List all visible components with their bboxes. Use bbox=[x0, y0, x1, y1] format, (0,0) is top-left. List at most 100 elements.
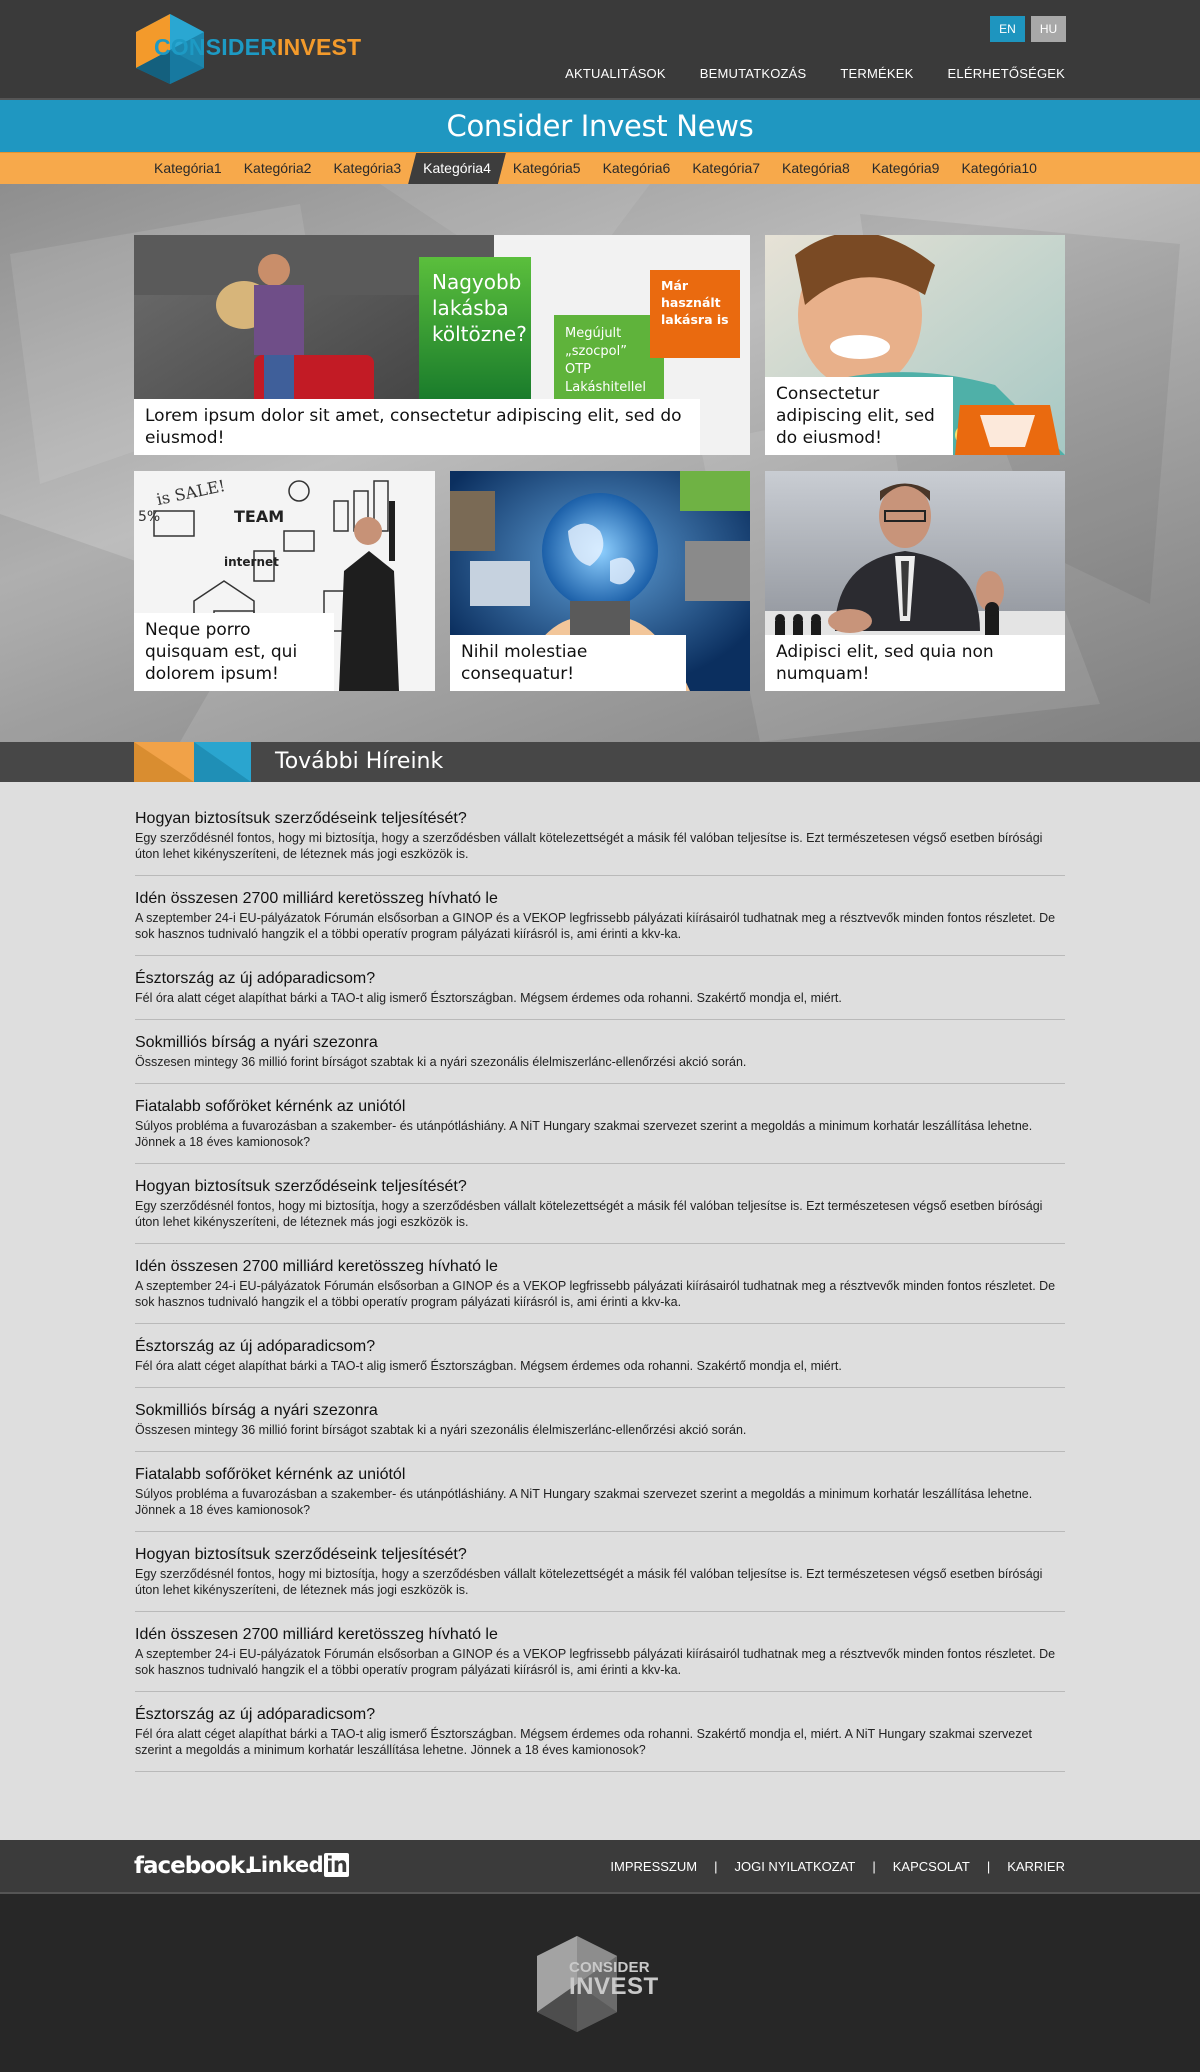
news-title[interactable]: Fiatalabb sofőröket kérnénk az uniótól bbox=[135, 1466, 1065, 1484]
news-title[interactable]: Sokmilliós bírság a nyári szezonra bbox=[135, 1034, 1065, 1052]
news-text: A szeptember 24-i EU-pályázatok Fórumán … bbox=[135, 1279, 1056, 1309]
news-item[interactable]: Észtország az új adóparadicsom? Fél óra a… bbox=[135, 1338, 1065, 1388]
sketch-percent-text: 5% bbox=[138, 509, 161, 525]
linkedin-word: Linked bbox=[248, 1853, 324, 1877]
ad-green-text: Nagyobb lakásba költözne? bbox=[432, 270, 527, 346]
footer-link-impresszum[interactable]: Impresszum bbox=[610, 1859, 697, 1874]
news-list: Hogyan biztosítsuk szerződéseink teljesí… bbox=[0, 782, 1200, 1840]
news-title[interactable]: Idén összesen 2700 milliárd keretösszeg … bbox=[135, 1626, 1065, 1644]
news-item[interactable]: Észtország az új adóparadicsom? Fél óra a… bbox=[135, 1706, 1065, 1772]
category-tab[interactable]: Kategória9 bbox=[861, 153, 951, 184]
category-tab[interactable]: Kategória6 bbox=[592, 153, 682, 184]
footer-logo-text: Consider Invest bbox=[569, 1960, 659, 1999]
news-title[interactable]: Idén összesen 2700 milliárd keretösszeg … bbox=[135, 1258, 1065, 1276]
footer-logo-line2: Invest bbox=[569, 1973, 659, 2000]
news-text: Összesen mintegy 36 millió forint bírság… bbox=[135, 1055, 747, 1069]
news-item[interactable]: Idén összesen 2700 milliárd keretösszeg … bbox=[135, 890, 1065, 956]
footer-separator: | bbox=[986, 1859, 991, 1874]
category-tab[interactable]: Kategória3 bbox=[322, 153, 412, 184]
news-title[interactable]: Hogyan biztosítsuk szerződéseink teljesí… bbox=[135, 1178, 1065, 1196]
linkedin-in-box: in bbox=[324, 1853, 350, 1877]
footer-bottom: Consider Invest bbox=[0, 1894, 1200, 2072]
news-text: Összesen mintegy 36 millió forint bírság… bbox=[135, 1423, 747, 1437]
logo-word-consider: Consider bbox=[154, 34, 278, 60]
feature-tile-4[interactable]: Nihil molestiae consequatur! bbox=[450, 471, 750, 691]
news-title[interactable]: Észtország az új adóparadicsom? bbox=[135, 1706, 1065, 1724]
news-text: Egy szerződésnél fontos, hogy mi biztosí… bbox=[135, 1199, 1043, 1229]
nav-elerhetosegek[interactable]: Elérhetőségek bbox=[948, 66, 1065, 81]
news-item[interactable]: Hogyan biztosítsuk szerződéseink teljesí… bbox=[135, 1178, 1065, 1244]
news-text: Egy szerződésnél fontos, hogy mi biztosí… bbox=[135, 1567, 1043, 1597]
news-title[interactable]: Fiatalabb sofőröket kérnénk az uniótól bbox=[135, 1098, 1065, 1116]
ad-orange-text: Már használt lakásra is bbox=[661, 278, 729, 327]
nav-termekek[interactable]: Termékek bbox=[840, 66, 913, 81]
news-item[interactable]: Észtország az új adóparadicsom? Fél óra a… bbox=[135, 970, 1065, 1020]
category-bar: Kategória1 Kategória2 Kategória3 Kategór… bbox=[0, 152, 1200, 184]
news-item[interactable]: Sokmilliós bírság a nyári szezonra Összes… bbox=[135, 1034, 1065, 1084]
news-text: A szeptember 24-i EU-pályázatok Fórumán … bbox=[135, 1647, 1056, 1677]
category-tab[interactable]: Kategória8 bbox=[771, 153, 861, 184]
footer-link-jogi-nyilatkozat[interactable]: Jogi nyilatkozat bbox=[734, 1859, 855, 1874]
ad-lightgreen-text: Megújult „szocpol” OTP Lakáshitellel bbox=[565, 326, 647, 395]
category-tab[interactable]: Kategória5 bbox=[502, 153, 592, 184]
main-nav: Aktualitások Bemutatkozás Termékek Elérh… bbox=[565, 66, 1065, 81]
more-news-header: További Híreink bbox=[0, 742, 1200, 782]
tile4-caption: Nihil molestiae consequatur! bbox=[450, 635, 686, 691]
news-item[interactable]: Hogyan biztosítsuk szerződéseink teljesí… bbox=[135, 1546, 1065, 1612]
news-item[interactable]: Fiatalabb sofőröket kérnénk az uniótól Sú… bbox=[135, 1466, 1065, 1532]
news-title[interactable]: Sokmilliós bírság a nyári szezonra bbox=[135, 1402, 1065, 1420]
news-text: Egy szerződésnél fontos, hogy mi biztosí… bbox=[135, 831, 1043, 861]
logo-wordmark: ConsiderInvest bbox=[154, 34, 361, 61]
footer-bar: facebook. Linked in Impresszum | Jogi nyi… bbox=[0, 1840, 1200, 1894]
news-item[interactable]: Idén összesen 2700 milliárd keretösszeg … bbox=[135, 1626, 1065, 1692]
news-item[interactable]: Sokmilliós bírság a nyári szezonra Összes… bbox=[135, 1402, 1065, 1452]
news-text: Fél óra alatt céget alapíthat bárki a TA… bbox=[135, 991, 842, 1005]
tile5-caption: Adipisci elit, sed quia non numquam! bbox=[765, 635, 1065, 691]
linkedin-logo-link[interactable]: Linked in bbox=[248, 1853, 350, 1877]
category-tab[interactable]: Kategória1 bbox=[143, 153, 233, 184]
category-tab[interactable]: Kategória2 bbox=[233, 153, 323, 184]
news-title[interactable]: Észtország az új adóparadicsom? bbox=[135, 1338, 1065, 1356]
tile3-caption: Neque porro quisquam est, qui dolorem ip… bbox=[134, 613, 334, 691]
featured-news-area: Nagyobb lakásba költözne? Megújult „szoc… bbox=[0, 184, 1200, 742]
more-news-title: További Híreink bbox=[275, 749, 444, 774]
category-tab-active[interactable]: Kategória4 bbox=[408, 153, 506, 184]
category-tab[interactable]: Kategória10 bbox=[950, 153, 1048, 184]
lang-en-button[interactable]: EN bbox=[990, 16, 1025, 42]
feature-tile-3[interactable]: is SALE! TEAM internet 5% Neque porro qu… bbox=[134, 471, 435, 691]
news-banner-title: Consider Invest News bbox=[0, 100, 1200, 152]
sketch-internet-text: internet bbox=[224, 555, 279, 569]
news-text: Fél óra alatt céget alapíthat bárki a TA… bbox=[135, 1727, 1032, 1757]
footer-logo[interactable]: Consider Invest bbox=[537, 1934, 663, 2034]
footer-link-karrier[interactable]: Karrier bbox=[1007, 1859, 1065, 1874]
news-text: A szeptember 24-i EU-pályázatok Fórumán … bbox=[135, 911, 1056, 941]
sketch-team-text: TEAM bbox=[234, 507, 285, 526]
feature-tile-1[interactable]: Nagyobb lakásba költözne? Megújult „szoc… bbox=[134, 235, 750, 455]
lang-hu-button[interactable]: HU bbox=[1031, 16, 1066, 42]
tile2-caption: Consectetur adipiscing elit, sed do eius… bbox=[765, 377, 953, 455]
logo-word-invest: Invest bbox=[277, 34, 362, 60]
nav-aktualitasok[interactable]: Aktualitások bbox=[565, 66, 666, 81]
feature-tile-2[interactable]: Consectetur adipiscing elit, sed do eius… bbox=[765, 235, 1065, 455]
footer-separator: | bbox=[714, 1859, 718, 1874]
facebook-logo-link[interactable]: facebook. bbox=[134, 1853, 253, 1879]
footer-link-kapcsolat[interactable]: Kapcsolat bbox=[893, 1859, 970, 1874]
nav-bemutatkozas[interactable]: Bemutatkozás bbox=[700, 66, 807, 81]
site-header: ConsiderInvest EN HU Aktualitások Bemuta… bbox=[0, 0, 1200, 100]
news-text: Súlyos probléma a fuvarozásban a szakemb… bbox=[135, 1119, 1033, 1149]
news-title[interactable]: Idén összesen 2700 milliárd keretösszeg … bbox=[135, 890, 1065, 908]
news-item[interactable]: Idén összesen 2700 milliárd keretösszeg … bbox=[135, 1258, 1065, 1324]
news-title[interactable]: Hogyan biztosítsuk szerződéseink teljesí… bbox=[135, 810, 1065, 828]
feature-tile-5[interactable]: Adipisci elit, sed quia non numquam! bbox=[765, 471, 1065, 691]
news-item[interactable]: Fiatalabb sofőröket kérnénk az uniótól Sú… bbox=[135, 1098, 1065, 1164]
news-item[interactable]: Hogyan biztosítsuk szerződéseink teljesí… bbox=[135, 810, 1065, 876]
news-title[interactable]: Észtország az új adóparadicsom? bbox=[135, 970, 1065, 988]
news-title[interactable]: Hogyan biztosítsuk szerződéseink teljesí… bbox=[135, 1546, 1065, 1564]
news-text: Fél óra alatt céget alapíthat bárki a TA… bbox=[135, 1359, 842, 1373]
consider-invest-logo[interactable]: ConsiderInvest bbox=[134, 12, 364, 86]
news-text: Súlyos probléma a fuvarozásban a szakemb… bbox=[135, 1487, 1033, 1517]
footer-separator: | bbox=[872, 1859, 876, 1874]
category-tab[interactable]: Kategória7 bbox=[681, 153, 771, 184]
tile1-caption: Lorem ipsum dolor sit amet, consectetur … bbox=[134, 399, 700, 455]
footer-nav: Impresszum | Jogi nyilatkozat | Kapcsola… bbox=[610, 1859, 1065, 1874]
